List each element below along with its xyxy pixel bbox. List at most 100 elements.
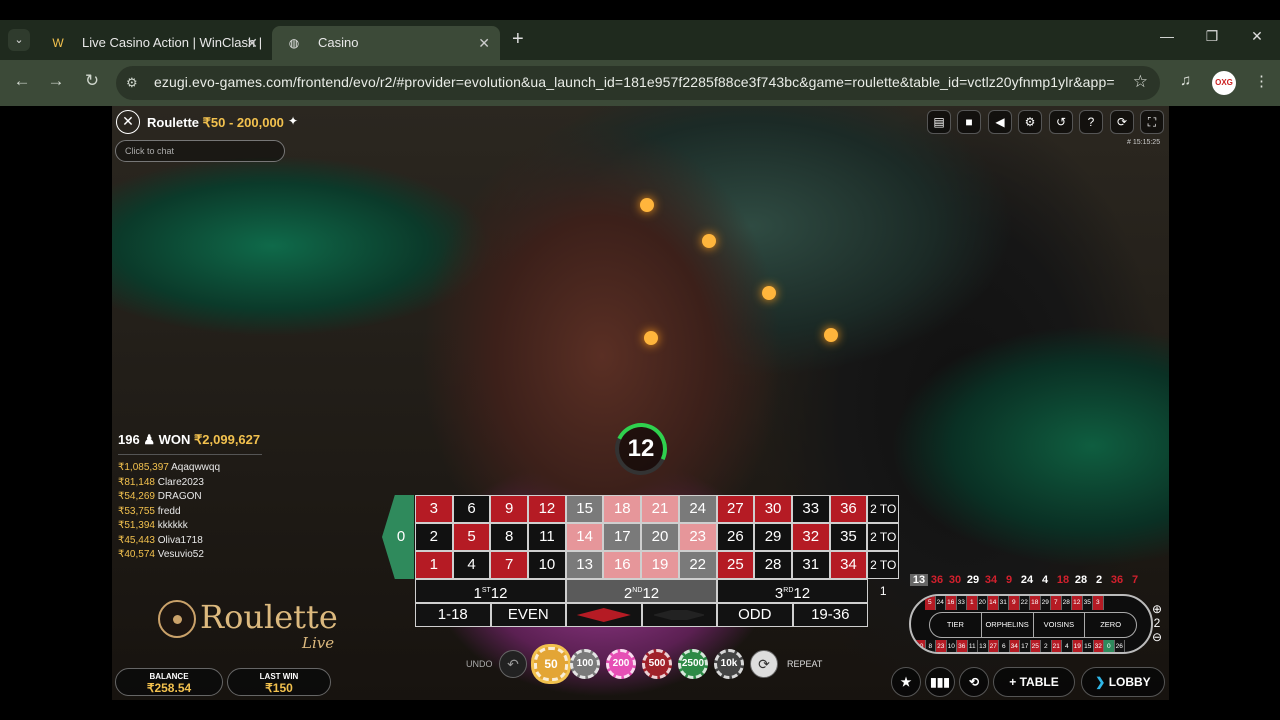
switch-view-button[interactable]: ⟲	[959, 667, 989, 697]
bet-number[interactable]: 33	[791, 495, 830, 523]
racetrack-number[interactable]: 30	[915, 640, 926, 652]
repeat-button[interactable]: ⟳	[750, 650, 778, 678]
racetrack-number[interactable]: 15	[1083, 640, 1094, 652]
tab-search-button[interactable]: ⌄	[8, 29, 30, 51]
racetrack-number[interactable]: 19	[1072, 640, 1083, 652]
bet-black[interactable]	[641, 603, 717, 627]
racetrack-number[interactable]: 8	[925, 640, 936, 652]
racetrack-number[interactable]: 29	[1040, 596, 1051, 610]
back-button[interactable]: ←	[10, 71, 34, 91]
racetrack-number[interactable]: 20	[977, 596, 988, 610]
settings-gear-icon[interactable]: ⚙	[1018, 110, 1042, 134]
favorite-pin-icon[interactable]: ✦	[288, 114, 298, 128]
bet-number[interactable]: 9	[490, 495, 529, 523]
mute-icon[interactable]: ◀	[988, 110, 1012, 134]
bet-red[interactable]	[566, 603, 642, 627]
profile-avatar[interactable]: OXG	[1212, 71, 1236, 95]
minimize-button[interactable]: —	[1152, 28, 1182, 44]
racetrack-number[interactable]: 2	[1041, 640, 1052, 652]
bet-column[interactable]: 2 TO 1	[867, 523, 900, 570]
racetrack-number[interactable]: 3	[1093, 596, 1104, 610]
racetrack-number[interactable]: 26	[1114, 640, 1125, 652]
chat-input[interactable]: Click to chat	[115, 140, 285, 162]
zoom-out-icon[interactable]: ⊖	[1150, 630, 1164, 644]
tab-winclash[interactable]: W Live Casino Action | WinClash | ✕	[36, 26, 268, 60]
bet-number[interactable]: 35	[829, 523, 868, 551]
racetrack-number[interactable]: 12	[1072, 596, 1083, 610]
racetrack-number[interactable]: 34	[1009, 640, 1020, 652]
bet-dozen[interactable]: 1ST12	[415, 579, 566, 603]
bet-number[interactable]: 4	[452, 551, 491, 579]
bet-number[interactable]: 11	[528, 523, 566, 551]
racetrack-number[interactable]: 9	[1009, 596, 1020, 610]
zoom-in-icon[interactable]: ⊕	[1150, 602, 1164, 616]
bet-column[interactable]: 2 TO 1	[867, 495, 900, 542]
tab-casino[interactable]: ◍ Casino ✕	[272, 26, 500, 60]
bet-1-18[interactable]: 1-18	[415, 603, 491, 627]
bet-number[interactable]: 34	[829, 551, 868, 579]
close-tab-icon[interactable]: ✕	[478, 26, 490, 60]
bet-number[interactable]: 23	[678, 523, 717, 551]
bet-number[interactable]: 12	[528, 495, 566, 523]
racetrack-number[interactable]: 31	[998, 596, 1009, 610]
video-icon[interactable]: ■	[957, 110, 981, 134]
close-game-button[interactable]: ✕	[116, 110, 140, 134]
menu-kebab-icon[interactable]: ⋮	[1254, 72, 1269, 90]
bet-number[interactable]: 36	[829, 495, 868, 523]
racetrack-number[interactable]: 11	[967, 640, 978, 652]
bet-number[interactable]: 32	[791, 523, 830, 551]
bet-number[interactable]: 21	[641, 495, 679, 523]
bet-number[interactable]: 8	[490, 523, 529, 551]
bet-number[interactable]: 24	[678, 495, 717, 523]
bet-number[interactable]: 15	[565, 495, 604, 523]
bet-number[interactable]: 7	[490, 551, 529, 579]
favorites-star-button[interactable]: ★	[891, 667, 921, 697]
racetrack-number[interactable]: 32	[1093, 640, 1104, 652]
racetrack-number[interactable]: 22	[1019, 596, 1030, 610]
racetrack-number[interactable]: 18	[1030, 596, 1041, 610]
bet-number[interactable]: 1	[415, 551, 453, 579]
bet-dozen[interactable]: 2ND12	[566, 579, 717, 603]
bet-number[interactable]: 19	[641, 551, 679, 579]
lobby-button[interactable]: ❯ LOBBY	[1081, 667, 1165, 697]
bet-number[interactable]: 16	[603, 551, 642, 579]
racetrack-number[interactable]: 5	[925, 596, 936, 610]
racetrack-number[interactable]: 33	[956, 596, 967, 610]
bet-number[interactable]: 2	[415, 523, 453, 551]
racetrack-section-voisins[interactable]: VOISINS	[1034, 613, 1086, 637]
forward-button[interactable]: →	[44, 71, 68, 91]
racetrack-number[interactable]: 35	[1082, 596, 1093, 610]
close-window-button[interactable]: ✕	[1242, 28, 1272, 45]
racetrack-number[interactable]: 27	[988, 640, 999, 652]
racetrack-number[interactable]: 6	[999, 640, 1010, 652]
bet-dozen[interactable]: 3RD12	[717, 579, 868, 603]
bet-19-36[interactable]: 19-36	[792, 603, 868, 627]
bet-number[interactable]: 29	[754, 523, 792, 551]
chip-200[interactable]: 200	[606, 649, 636, 679]
reload-button[interactable]: ↻	[80, 71, 104, 91]
racetrack-number[interactable]: 25	[1030, 640, 1041, 652]
game-switch-icon[interactable]: ⟳	[1110, 110, 1134, 134]
undo-button[interactable]: ↶	[499, 650, 527, 678]
racetrack-number[interactable]: 23	[936, 640, 947, 652]
help-icon[interactable]: ?	[1079, 110, 1103, 134]
racetrack-number[interactable]: 1	[967, 596, 978, 610]
history-icon[interactable]: ↺	[1049, 110, 1073, 134]
bet-number[interactable]: 20	[641, 523, 679, 551]
fullscreen-icon[interactable]: ⛶	[1140, 110, 1164, 134]
bet-number[interactable]: 18	[603, 495, 642, 523]
racetrack-bets[interactable]: 5 24 16 33 1 20 14 31 9 22 18 29 7 28 12 35 3 TIER ORPHEL…	[909, 594, 1153, 654]
bet-zero[interactable]: 0	[382, 495, 414, 579]
table-button[interactable]: + TABLE	[993, 667, 1075, 697]
site-info-icon[interactable]: ⚙	[126, 75, 138, 91]
url-text[interactable]: ezugi.evo-games.com/frontend/evo/r2/#pro…	[154, 74, 1115, 90]
restore-button[interactable]: ❐	[1197, 28, 1227, 45]
new-tab-button[interactable]: +	[512, 28, 524, 51]
bet-number[interactable]: 22	[678, 551, 717, 579]
bet-number[interactable]: 5	[452, 523, 491, 551]
bet-number[interactable]: 26	[716, 523, 755, 551]
racetrack-number[interactable]: 4	[1062, 640, 1073, 652]
racetrack-number[interactable]: 36	[957, 640, 968, 652]
media-control-icon[interactable]: ♫	[1180, 72, 1191, 89]
bet-even[interactable]: EVEN	[490, 603, 566, 627]
